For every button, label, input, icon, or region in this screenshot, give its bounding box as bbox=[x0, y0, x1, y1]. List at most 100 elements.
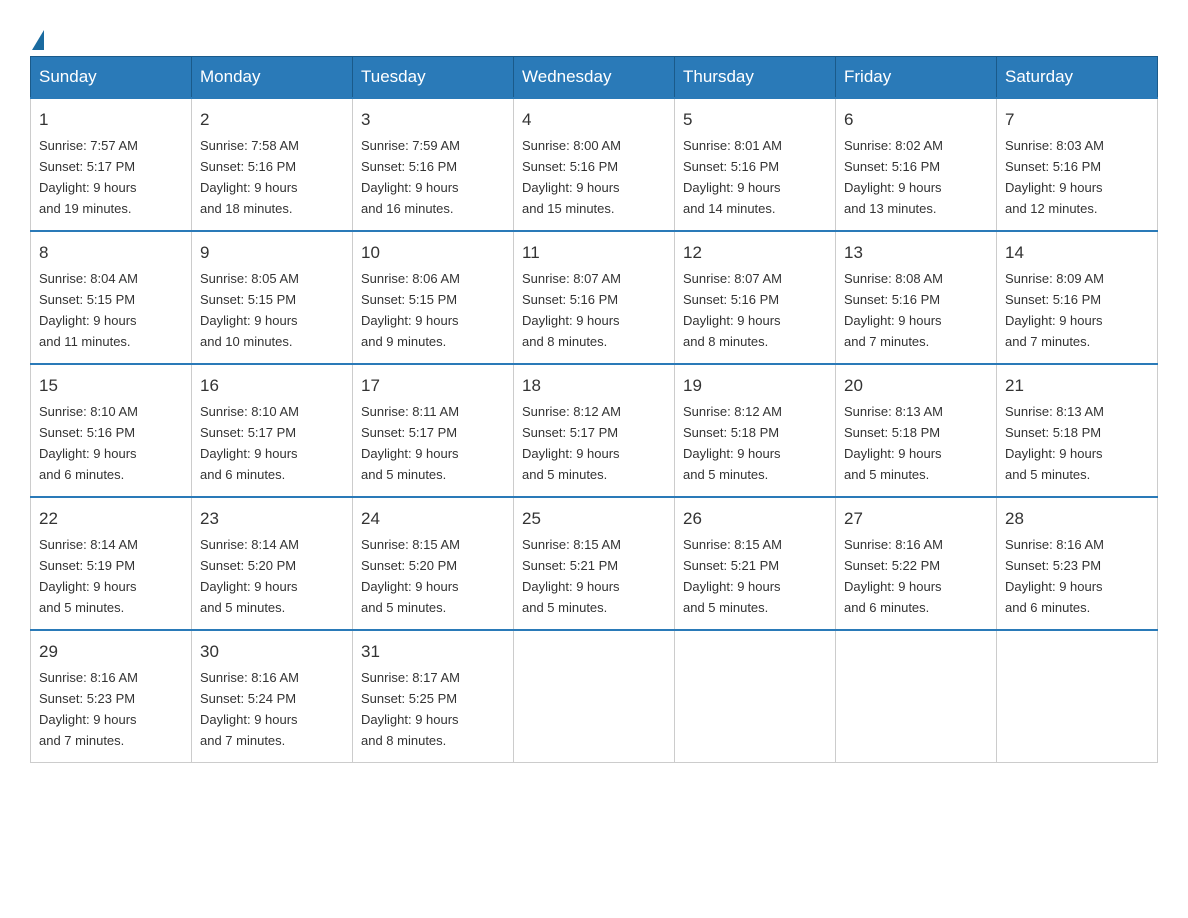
calendar-cell: 21 Sunrise: 8:13 AMSunset: 5:18 PMDaylig… bbox=[997, 364, 1158, 497]
day-number: 8 bbox=[39, 240, 183, 266]
calendar-cell: 1 Sunrise: 7:57 AMSunset: 5:17 PMDayligh… bbox=[31, 98, 192, 231]
calendar-cell: 14 Sunrise: 8:09 AMSunset: 5:16 PMDaylig… bbox=[997, 231, 1158, 364]
day-info: Sunrise: 8:15 AMSunset: 5:21 PMDaylight:… bbox=[522, 537, 621, 615]
day-header-saturday: Saturday bbox=[997, 57, 1158, 99]
day-number: 4 bbox=[522, 107, 666, 133]
day-number: 1 bbox=[39, 107, 183, 133]
day-number: 14 bbox=[1005, 240, 1149, 266]
day-number: 12 bbox=[683, 240, 827, 266]
day-number: 3 bbox=[361, 107, 505, 133]
calendar-cell: 10 Sunrise: 8:06 AMSunset: 5:15 PMDaylig… bbox=[353, 231, 514, 364]
calendar-cell: 17 Sunrise: 8:11 AMSunset: 5:17 PMDaylig… bbox=[353, 364, 514, 497]
calendar-cell: 22 Sunrise: 8:14 AMSunset: 5:19 PMDaylig… bbox=[31, 497, 192, 630]
day-info: Sunrise: 8:10 AMSunset: 5:17 PMDaylight:… bbox=[200, 404, 299, 482]
calendar-cell: 26 Sunrise: 8:15 AMSunset: 5:21 PMDaylig… bbox=[675, 497, 836, 630]
calendar-table: SundayMondayTuesdayWednesdayThursdayFrid… bbox=[30, 56, 1158, 763]
calendar-cell: 20 Sunrise: 8:13 AMSunset: 5:18 PMDaylig… bbox=[836, 364, 997, 497]
calendar-cell: 5 Sunrise: 8:01 AMSunset: 5:16 PMDayligh… bbox=[675, 98, 836, 231]
day-number: 23 bbox=[200, 506, 344, 532]
day-number: 15 bbox=[39, 373, 183, 399]
calendar-week-5: 29 Sunrise: 8:16 AMSunset: 5:23 PMDaylig… bbox=[31, 630, 1158, 763]
calendar-cell bbox=[997, 630, 1158, 763]
day-info: Sunrise: 8:16 AMSunset: 5:22 PMDaylight:… bbox=[844, 537, 943, 615]
day-number: 20 bbox=[844, 373, 988, 399]
day-number: 6 bbox=[844, 107, 988, 133]
logo bbox=[30, 30, 46, 46]
calendar-cell: 16 Sunrise: 8:10 AMSunset: 5:17 PMDaylig… bbox=[192, 364, 353, 497]
day-info: Sunrise: 8:14 AMSunset: 5:19 PMDaylight:… bbox=[39, 537, 138, 615]
calendar-cell: 12 Sunrise: 8:07 AMSunset: 5:16 PMDaylig… bbox=[675, 231, 836, 364]
calendar-cell: 24 Sunrise: 8:15 AMSunset: 5:20 PMDaylig… bbox=[353, 497, 514, 630]
day-info: Sunrise: 8:17 AMSunset: 5:25 PMDaylight:… bbox=[361, 670, 460, 748]
day-header-sunday: Sunday bbox=[31, 57, 192, 99]
logo-triangle-icon bbox=[32, 30, 44, 50]
calendar-cell: 28 Sunrise: 8:16 AMSunset: 5:23 PMDaylig… bbox=[997, 497, 1158, 630]
day-number: 9 bbox=[200, 240, 344, 266]
calendar-cell: 7 Sunrise: 8:03 AMSunset: 5:16 PMDayligh… bbox=[997, 98, 1158, 231]
day-info: Sunrise: 8:03 AMSunset: 5:16 PMDaylight:… bbox=[1005, 138, 1104, 216]
calendar-cell: 29 Sunrise: 8:16 AMSunset: 5:23 PMDaylig… bbox=[31, 630, 192, 763]
day-number: 2 bbox=[200, 107, 344, 133]
day-number: 13 bbox=[844, 240, 988, 266]
day-number: 28 bbox=[1005, 506, 1149, 532]
day-info: Sunrise: 8:08 AMSunset: 5:16 PMDaylight:… bbox=[844, 271, 943, 349]
calendar-cell: 25 Sunrise: 8:15 AMSunset: 5:21 PMDaylig… bbox=[514, 497, 675, 630]
calendar-cell: 8 Sunrise: 8:04 AMSunset: 5:15 PMDayligh… bbox=[31, 231, 192, 364]
day-number: 24 bbox=[361, 506, 505, 532]
day-info: Sunrise: 7:57 AMSunset: 5:17 PMDaylight:… bbox=[39, 138, 138, 216]
calendar-cell: 3 Sunrise: 7:59 AMSunset: 5:16 PMDayligh… bbox=[353, 98, 514, 231]
day-number: 7 bbox=[1005, 107, 1149, 133]
day-info: Sunrise: 8:09 AMSunset: 5:16 PMDaylight:… bbox=[1005, 271, 1104, 349]
day-info: Sunrise: 8:13 AMSunset: 5:18 PMDaylight:… bbox=[1005, 404, 1104, 482]
day-info: Sunrise: 8:02 AMSunset: 5:16 PMDaylight:… bbox=[844, 138, 943, 216]
day-info: Sunrise: 8:11 AMSunset: 5:17 PMDaylight:… bbox=[361, 404, 459, 482]
day-info: Sunrise: 8:16 AMSunset: 5:23 PMDaylight:… bbox=[1005, 537, 1104, 615]
day-number: 16 bbox=[200, 373, 344, 399]
day-info: Sunrise: 8:15 AMSunset: 5:21 PMDaylight:… bbox=[683, 537, 782, 615]
day-info: Sunrise: 8:10 AMSunset: 5:16 PMDaylight:… bbox=[39, 404, 138, 482]
calendar-week-1: 1 Sunrise: 7:57 AMSunset: 5:17 PMDayligh… bbox=[31, 98, 1158, 231]
calendar-cell: 31 Sunrise: 8:17 AMSunset: 5:25 PMDaylig… bbox=[353, 630, 514, 763]
calendar-cell: 15 Sunrise: 8:10 AMSunset: 5:16 PMDaylig… bbox=[31, 364, 192, 497]
calendar-cell: 23 Sunrise: 8:14 AMSunset: 5:20 PMDaylig… bbox=[192, 497, 353, 630]
day-info: Sunrise: 8:07 AMSunset: 5:16 PMDaylight:… bbox=[522, 271, 621, 349]
day-info: Sunrise: 8:07 AMSunset: 5:16 PMDaylight:… bbox=[683, 271, 782, 349]
calendar-week-3: 15 Sunrise: 8:10 AMSunset: 5:16 PMDaylig… bbox=[31, 364, 1158, 497]
day-info: Sunrise: 7:59 AMSunset: 5:16 PMDaylight:… bbox=[361, 138, 460, 216]
calendar-cell: 4 Sunrise: 8:00 AMSunset: 5:16 PMDayligh… bbox=[514, 98, 675, 231]
calendar-cell: 9 Sunrise: 8:05 AMSunset: 5:15 PMDayligh… bbox=[192, 231, 353, 364]
day-number: 21 bbox=[1005, 373, 1149, 399]
day-number: 29 bbox=[39, 639, 183, 665]
day-number: 18 bbox=[522, 373, 666, 399]
calendar-cell: 30 Sunrise: 8:16 AMSunset: 5:24 PMDaylig… bbox=[192, 630, 353, 763]
day-info: Sunrise: 8:00 AMSunset: 5:16 PMDaylight:… bbox=[522, 138, 621, 216]
calendar-cell: 6 Sunrise: 8:02 AMSunset: 5:16 PMDayligh… bbox=[836, 98, 997, 231]
day-number: 27 bbox=[844, 506, 988, 532]
day-info: Sunrise: 8:16 AMSunset: 5:23 PMDaylight:… bbox=[39, 670, 138, 748]
day-info: Sunrise: 8:05 AMSunset: 5:15 PMDaylight:… bbox=[200, 271, 299, 349]
calendar-cell: 19 Sunrise: 8:12 AMSunset: 5:18 PMDaylig… bbox=[675, 364, 836, 497]
calendar-cell bbox=[514, 630, 675, 763]
day-number: 10 bbox=[361, 240, 505, 266]
calendar-cell bbox=[675, 630, 836, 763]
day-info: Sunrise: 7:58 AMSunset: 5:16 PMDaylight:… bbox=[200, 138, 299, 216]
day-info: Sunrise: 8:15 AMSunset: 5:20 PMDaylight:… bbox=[361, 537, 460, 615]
day-header-thursday: Thursday bbox=[675, 57, 836, 99]
day-number: 17 bbox=[361, 373, 505, 399]
calendar-header-row: SundayMondayTuesdayWednesdayThursdayFrid… bbox=[31, 57, 1158, 99]
day-header-tuesday: Tuesday bbox=[353, 57, 514, 99]
calendar-cell bbox=[836, 630, 997, 763]
day-info: Sunrise: 8:04 AMSunset: 5:15 PMDaylight:… bbox=[39, 271, 138, 349]
day-number: 22 bbox=[39, 506, 183, 532]
day-info: Sunrise: 8:16 AMSunset: 5:24 PMDaylight:… bbox=[200, 670, 299, 748]
day-number: 5 bbox=[683, 107, 827, 133]
day-info: Sunrise: 8:12 AMSunset: 5:18 PMDaylight:… bbox=[683, 404, 782, 482]
calendar-cell: 11 Sunrise: 8:07 AMSunset: 5:16 PMDaylig… bbox=[514, 231, 675, 364]
day-number: 30 bbox=[200, 639, 344, 665]
day-number: 25 bbox=[522, 506, 666, 532]
day-info: Sunrise: 8:12 AMSunset: 5:17 PMDaylight:… bbox=[522, 404, 621, 482]
day-info: Sunrise: 8:01 AMSunset: 5:16 PMDaylight:… bbox=[683, 138, 782, 216]
calendar-week-4: 22 Sunrise: 8:14 AMSunset: 5:19 PMDaylig… bbox=[31, 497, 1158, 630]
day-info: Sunrise: 8:14 AMSunset: 5:20 PMDaylight:… bbox=[200, 537, 299, 615]
day-header-wednesday: Wednesday bbox=[514, 57, 675, 99]
